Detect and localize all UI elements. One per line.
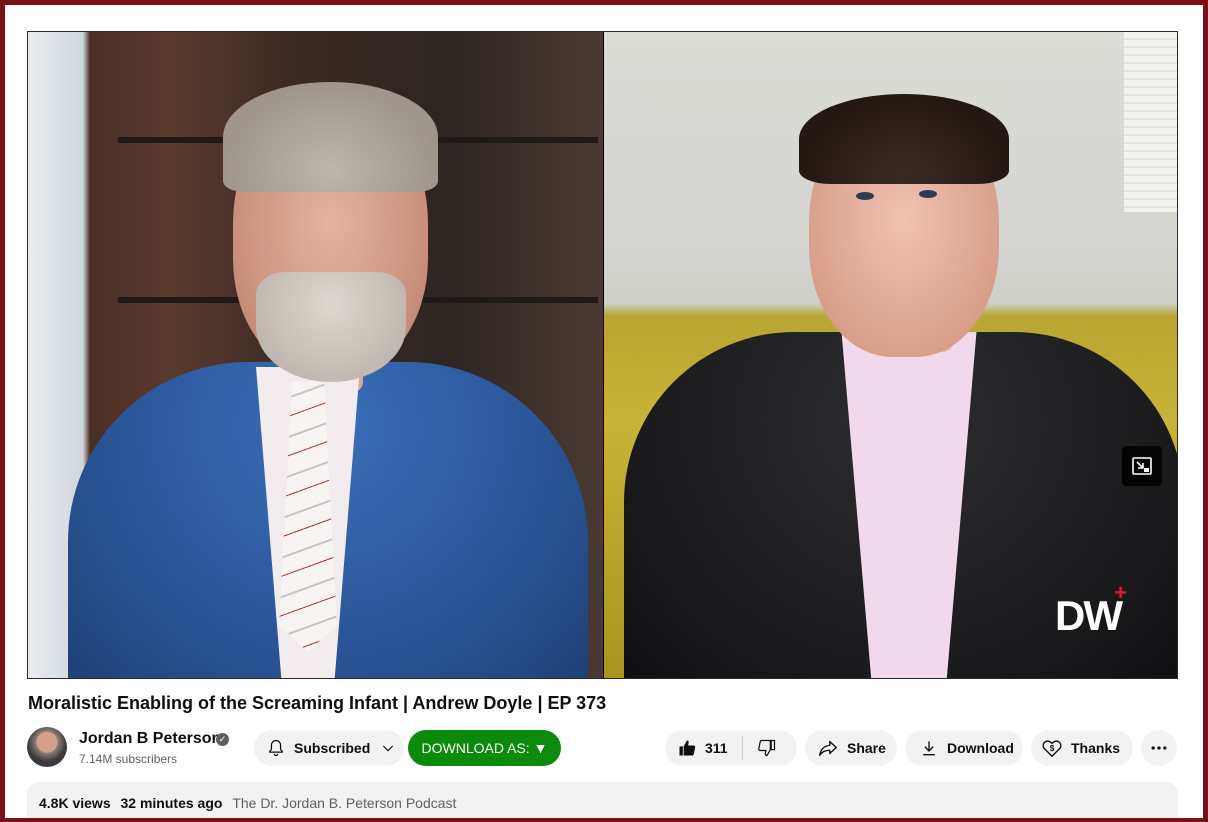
thumb-down-icon[interactable] xyxy=(757,738,777,758)
download-label: Download xyxy=(947,740,1014,756)
thanks-label: Thanks xyxy=(1071,740,1121,756)
subscribed-label: Subscribed xyxy=(294,740,371,756)
subscribed-button[interactable]: Subscribed xyxy=(254,730,404,766)
download-as-button[interactable]: DOWNLOAD AS: ▼ xyxy=(408,730,561,766)
channel-action-row: Jordan B Peterson ✓ 7.14M subscribers Su… xyxy=(27,727,1178,769)
channel-avatar[interactable] xyxy=(27,727,67,767)
bell-icon xyxy=(269,739,283,757)
video-title: Moralistic Enabling of the Screaming Inf… xyxy=(28,693,607,713)
dw-watermark-plus: + xyxy=(1114,580,1127,605)
video-right-pane: DW + xyxy=(604,32,1177,678)
like-dislike-group: 311 xyxy=(665,730,797,766)
chevron-down-icon xyxy=(383,745,394,752)
like-count[interactable]: 311 xyxy=(705,740,728,756)
miniplayer-button[interactable] xyxy=(1122,446,1162,486)
share-icon xyxy=(819,740,837,757)
video-left-pane xyxy=(28,32,603,678)
like-divider xyxy=(741,736,743,760)
svg-text:$: $ xyxy=(1050,744,1055,753)
description-meta: 4.8K views 32 minutes ago The Dr. Jordan… xyxy=(39,795,456,811)
more-icon xyxy=(1151,746,1167,750)
thanks-icon: $ xyxy=(1042,740,1062,758)
more-actions-button[interactable] xyxy=(1141,730,1177,766)
guest-eye xyxy=(856,192,874,200)
verified-icon: ✓ xyxy=(216,733,229,746)
host-beard xyxy=(256,272,406,382)
download-icon xyxy=(923,741,935,756)
guest-eye xyxy=(919,190,937,198)
host-hair xyxy=(223,82,438,192)
description-box[interactable]: 4.8K views 32 minutes ago The Dr. Jordan… xyxy=(27,782,1178,822)
view-count: 4.8K views xyxy=(39,795,111,811)
subscriber-count: 7.14M subscribers xyxy=(79,752,178,766)
miniplayer-icon xyxy=(1132,457,1152,475)
share-label: Share xyxy=(847,740,886,756)
video-player[interactable]: DW + xyxy=(27,31,1178,679)
thumb-up-icon[interactable] xyxy=(677,738,697,758)
publish-time: 32 minutes ago xyxy=(120,795,223,811)
podcast-link[interactable]: The Dr. Jordan B. Peterson Podcast xyxy=(232,795,456,811)
dw-watermark: DW xyxy=(1055,592,1123,639)
guest-hair xyxy=(799,94,1009,184)
download-button[interactable]: Download xyxy=(905,730,1023,766)
thanks-button[interactable]: $ Thanks xyxy=(1031,730,1133,766)
window-blind xyxy=(1124,32,1177,212)
share-button[interactable]: Share xyxy=(805,730,897,766)
channel-name[interactable]: Jordan B Peterson xyxy=(79,730,221,748)
